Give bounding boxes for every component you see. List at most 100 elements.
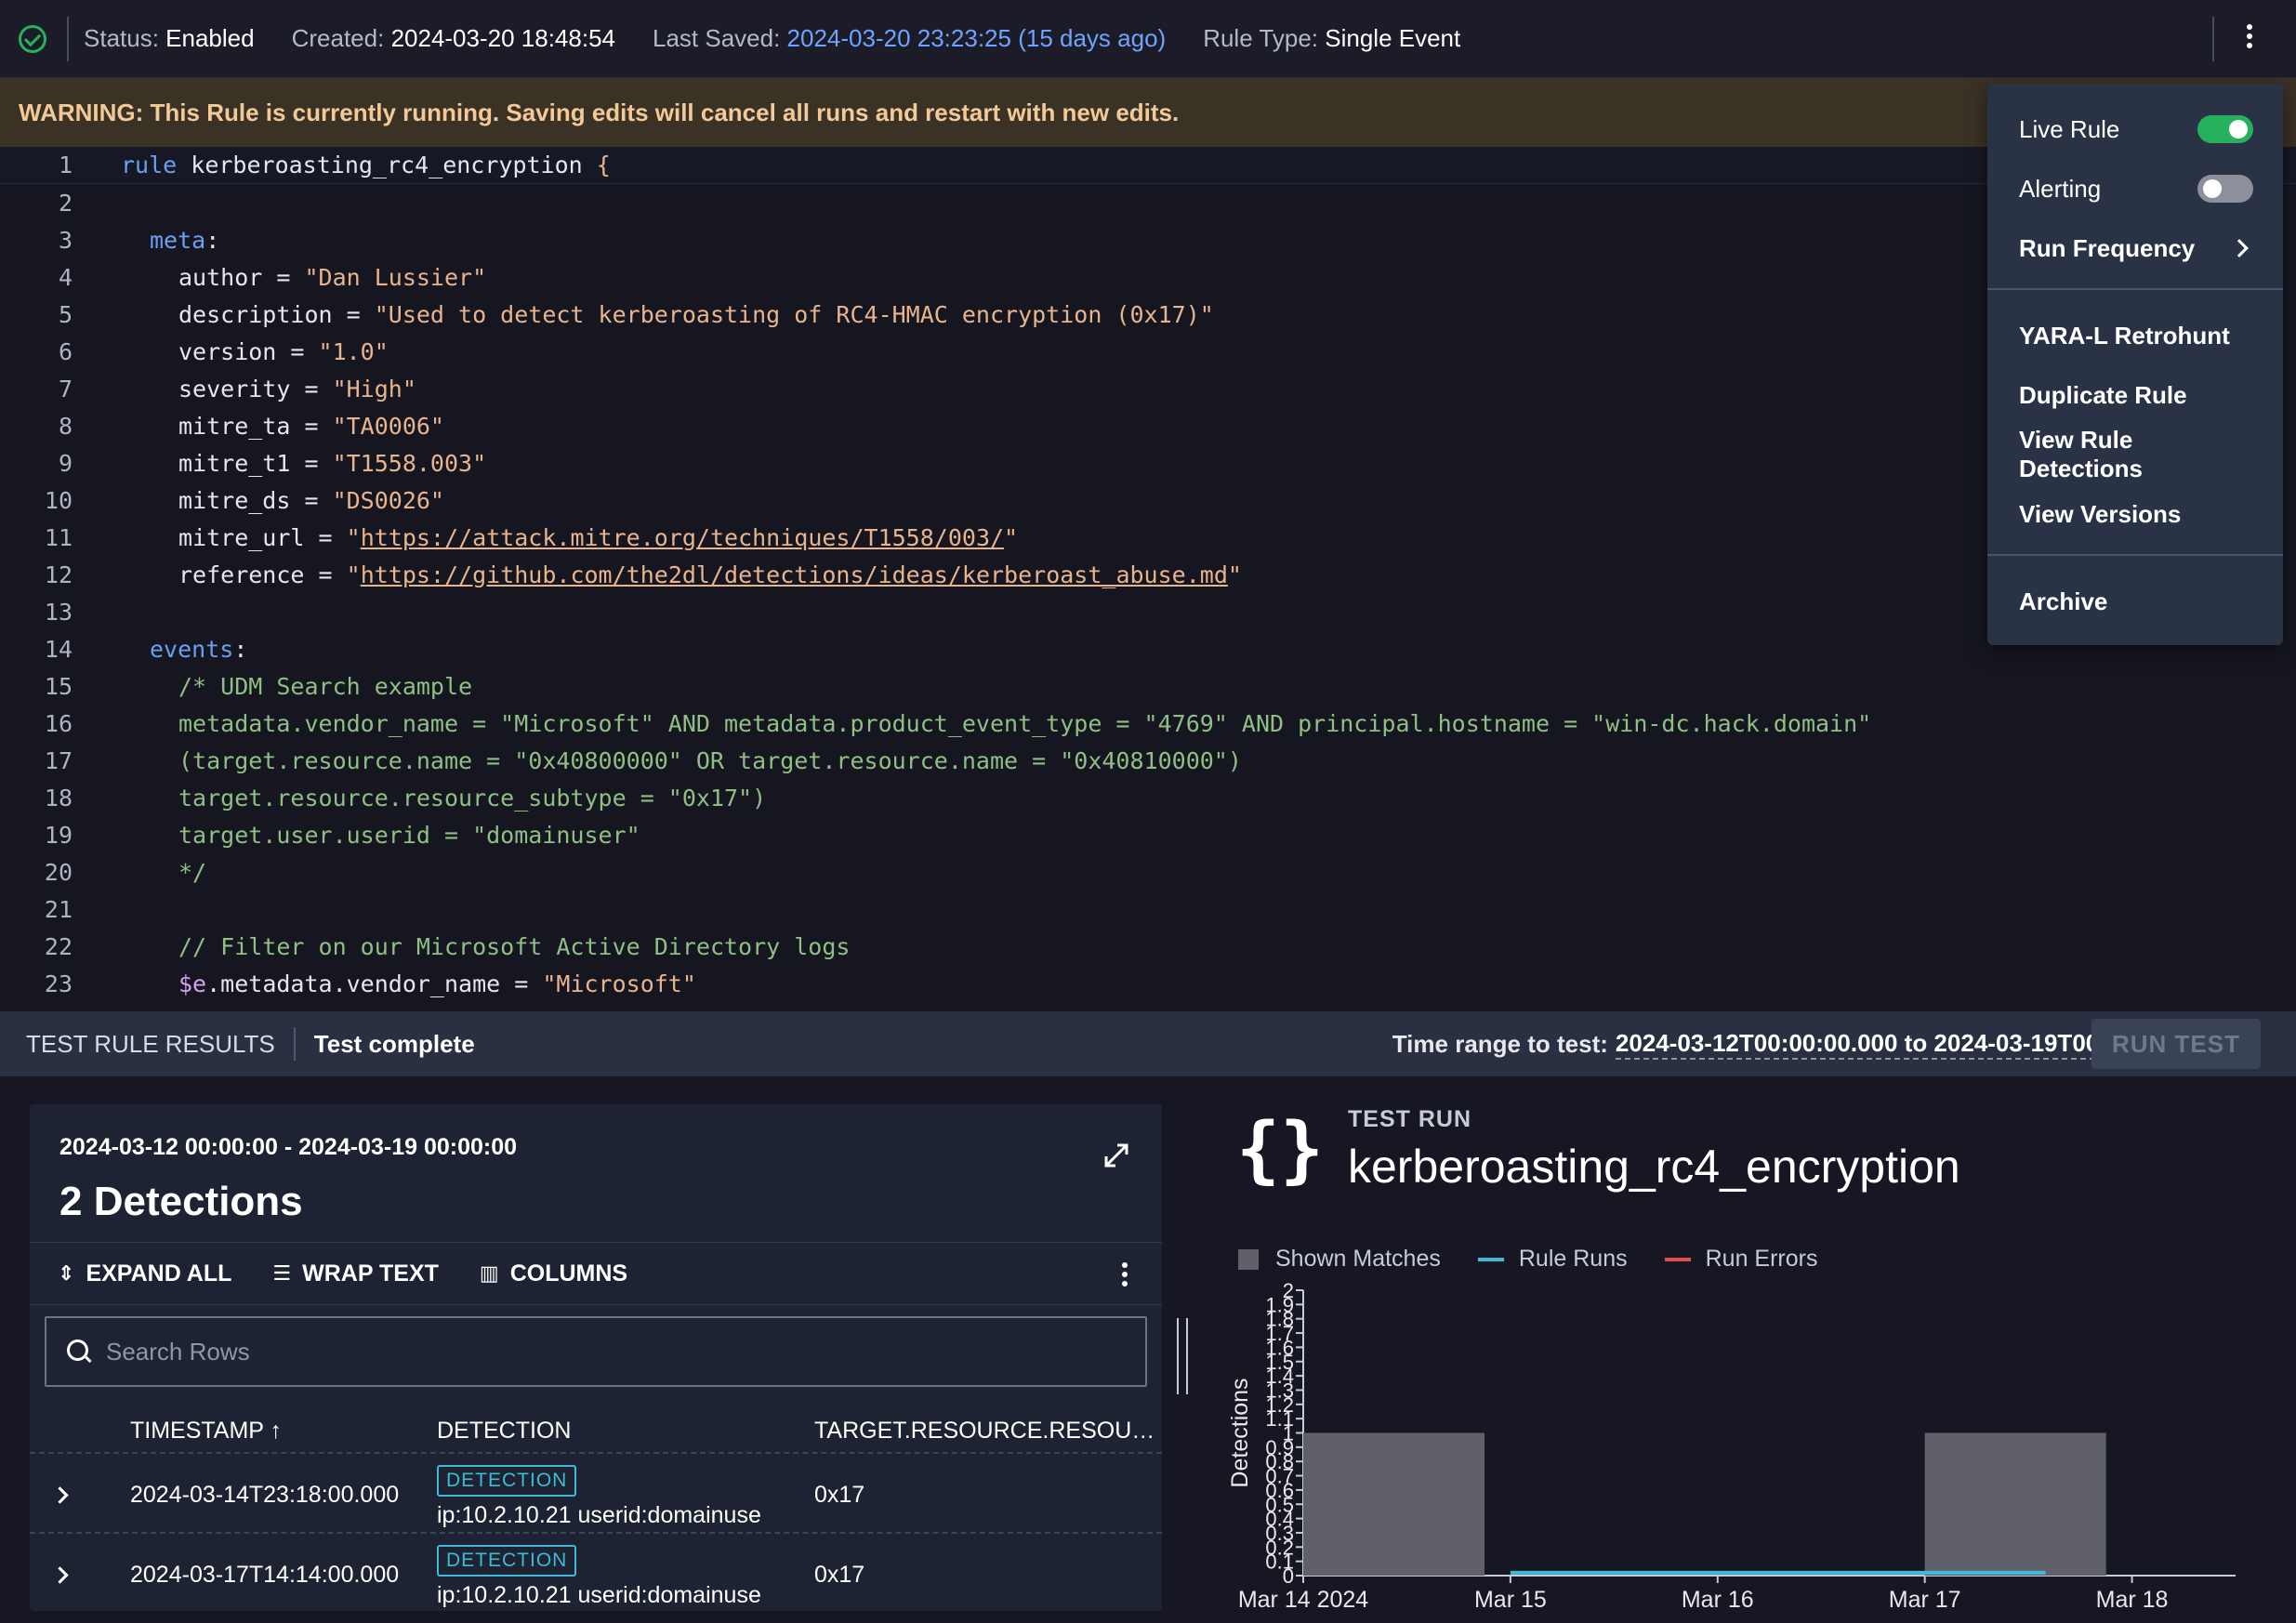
code-line[interactable]: 11 mitre_url = "https://attack.mitre.org…: [0, 519, 2296, 556]
columns-icon: ▥: [479, 1261, 499, 1285]
saved-value-link[interactable]: 2024-03-20 23:23:25 (15 days ago): [787, 24, 1167, 52]
code-text: */: [178, 858, 207, 886]
code-text: version = "1.0": [178, 337, 389, 365]
search-input[interactable]: [106, 1337, 1036, 1366]
test-run-rule-name: kerberoasting_rc4_encryption: [1348, 1141, 1960, 1193]
results-toolbar: ⇕ EXPAND ALL ☰ WRAP TEXT ▥ COLUMNS: [30, 1242, 1162, 1305]
code-line[interactable]: 14 events:: [0, 630, 2296, 667]
code-line[interactable]: 1 rule kerberoasting_rc4_encryption {: [0, 147, 2296, 184]
code-line[interactable]: 5 description = "Used to detect kerberoa…: [0, 296, 2296, 333]
test-run-label: TEST RUN: [1348, 1106, 1471, 1132]
code-line[interactable]: 12 reference = "https://github.com/the2d…: [0, 556, 2296, 593]
chevron-right-icon: [2230, 239, 2249, 257]
mitre-url-link[interactable]: https://attack.mitre.org/techniques/T155…: [361, 524, 1004, 551]
code-line[interactable]: 19 target.user.userid = "domainuser": [0, 816, 2296, 853]
code-line[interactable]: 18 target.resource.resource_subtype = "0…: [0, 779, 2296, 816]
divider: [2212, 17, 2214, 61]
code-text: author = "Dan Lussier": [178, 263, 487, 291]
menu-item-label: View Versions: [2019, 499, 2182, 528]
code-text: events:: [150, 635, 248, 663]
created-value: 2024-03-20 18:48:54: [390, 24, 615, 52]
row-timestamp: 2024-03-14T23:18:00.000: [130, 1482, 400, 1508]
legend-item-matches[interactable]: Shown Matches: [1275, 1246, 1441, 1273]
type-value: Single Event: [1325, 24, 1461, 52]
button-label: WRAP TEXT: [302, 1260, 439, 1287]
line-number: 7: [58, 375, 73, 402]
line-number: 12: [44, 561, 73, 588]
line-number: 10: [44, 486, 73, 514]
chart-bar: [1303, 1432, 1485, 1576]
expand-icon[interactable]: [1102, 1141, 1130, 1169]
alerting-toggle[interactable]: [2197, 175, 2253, 203]
code-line[interactable]: 21: [0, 891, 2296, 928]
code-line[interactable]: 10 mitre_ds = "DS0026": [0, 482, 2296, 519]
code-line[interactable]: 3 meta:: [0, 221, 2296, 258]
test-results-title: TEST RULE RESULTS: [26, 1029, 275, 1058]
code-line[interactable]: 22 // Filter on our Microsoft Active Dir…: [0, 928, 2296, 965]
column-header-detection[interactable]: DETECTION: [437, 1407, 571, 1454]
code-line[interactable]: 2: [0, 184, 2296, 221]
code-line[interactable]: 7 severity = "High": [0, 370, 2296, 407]
chart-bar: [1924, 1432, 2106, 1576]
wrap-text-button[interactable]: ☰ WRAP TEXT: [272, 1260, 439, 1287]
type-meta: Rule Type: Single Event: [1203, 24, 1461, 52]
menu-divider: [1987, 288, 2283, 290]
menu-item-run-frequency[interactable]: Run Frequency: [2019, 225, 2253, 271]
line-number: 3: [58, 226, 73, 254]
code-line[interactable]: 17 (target.resource.name = "0x40800000" …: [0, 742, 2296, 779]
menu-item-label: Run Frequency: [2019, 233, 2196, 262]
code-line[interactable]: 13: [0, 593, 2296, 630]
code-text: (target.resource.name = "0x40800000" OR …: [178, 746, 1242, 774]
line-number: 8: [58, 412, 73, 440]
code-text: target.resource.resource_subtype = "0x17…: [178, 784, 767, 812]
x-tick-label: Mar 15: [1474, 1587, 1547, 1613]
menu-item-label: Duplicate Rule: [2019, 380, 2187, 409]
reference-url-link[interactable]: https://github.com/the2dl/detections/ide…: [361, 561, 1228, 588]
code-text: /* UDM Search example: [178, 672, 473, 700]
code-line[interactable]: 8 mitre_ta = "TA0006": [0, 407, 2296, 444]
kebab-dot: [2247, 43, 2252, 48]
menu-item-view-versions[interactable]: View Versions: [2019, 491, 2253, 537]
kebab-dot: [1122, 1281, 1128, 1287]
line-number: 2: [58, 189, 73, 217]
column-header-timestamp[interactable]: TIMESTAMP ↑: [130, 1407, 282, 1454]
search-box[interactable]: [45, 1316, 1147, 1387]
code-line[interactable]: 4 author = "Dan Lussier": [0, 258, 2296, 296]
code-line[interactable]: 16 metadata.vendor_name = "Microsoft" AN…: [0, 705, 2296, 742]
run-test-button[interactable]: RUN TEST: [2091, 1019, 2261, 1069]
x-tick-label: Mar 14 2024: [1238, 1587, 1368, 1613]
menu-item-alerting[interactable]: Alerting: [2019, 165, 2253, 212]
legend-item-runs[interactable]: Rule Runs: [1519, 1246, 1628, 1273]
menu-item-live-rule[interactable]: Live Rule: [2019, 106, 2253, 152]
menu-item-retrohunt[interactable]: YARA-L Retrohunt: [2019, 312, 2253, 359]
chevron-right-icon[interactable]: [51, 1566, 69, 1584]
row-subtype: 0x17: [814, 1562, 865, 1588]
code-line[interactable]: 6 version = "1.0": [0, 333, 2296, 370]
panel-resize-handle[interactable]: [1177, 1318, 1188, 1394]
live-rule-toggle[interactable]: [2197, 115, 2253, 143]
code-editor[interactable]: 1 rule kerberoasting_rc4_encryption { 2 …: [0, 147, 2296, 1011]
chevron-right-icon[interactable]: [51, 1486, 69, 1504]
code-line[interactable]: 20 */: [0, 853, 2296, 891]
code-line[interactable]: 15 /* UDM Search example: [0, 667, 2296, 705]
more-menu-button[interactable]: [2246, 24, 2253, 52]
table-row[interactable]: 2024-03-17T14:14:00.000 DETECTION ip:10.…: [30, 1537, 1162, 1611]
code-line[interactable]: 9 mitre_t1 = "T1558.003": [0, 444, 2296, 482]
menu-item-label: YARA-L Retrohunt: [2019, 321, 2230, 350]
table-options-button[interactable]: [1121, 1262, 1128, 1290]
code-text: mitre_ds = "DS0026": [178, 486, 444, 514]
code-text: target.user.userid = "domainuser": [178, 821, 640, 849]
column-header-subtype[interactable]: TARGET.RESOURCE.RESOU…: [814, 1407, 1155, 1454]
menu-item-duplicate[interactable]: Duplicate Rule: [2019, 372, 2253, 418]
menu-item-archive[interactable]: Archive: [2019, 578, 2253, 625]
expand-all-button[interactable]: ⇕ EXPAND ALL: [58, 1260, 231, 1287]
table-row[interactable]: 2024-03-14T23:18:00.000 DETECTION ip:10.…: [30, 1458, 1162, 1536]
legend-item-errors[interactable]: Run Errors: [1706, 1246, 1818, 1273]
warning-text: WARNING: This Rule is currently running.…: [19, 98, 1180, 126]
status-value: Enabled: [165, 24, 255, 52]
menu-item-view-detections[interactable]: View Rule Detections: [2019, 426, 2253, 482]
columns-button[interactable]: ▥ COLUMNS: [480, 1260, 627, 1287]
code-line[interactable]: 23 $e.metadata.vendor_name = "Microsoft": [0, 965, 2296, 1002]
kebab-icon: [1122, 1262, 1128, 1268]
line-number: 14: [44, 635, 73, 663]
